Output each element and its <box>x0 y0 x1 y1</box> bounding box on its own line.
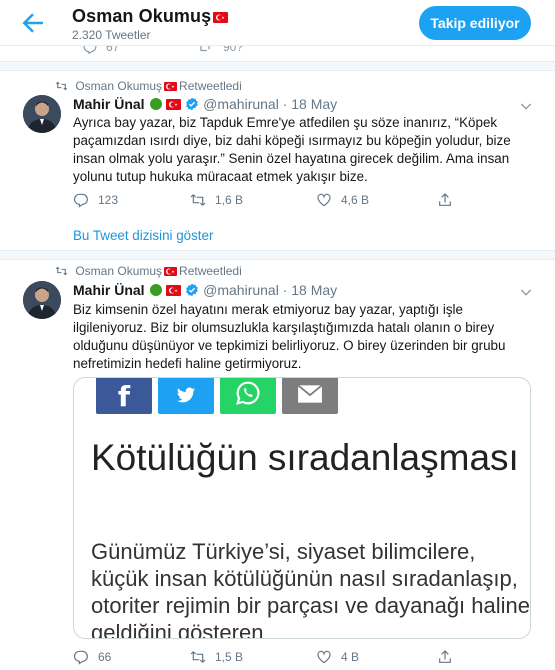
like-count: 4 B <box>341 650 360 664</box>
turkish-flag-icon <box>164 267 178 276</box>
retweet-icon[interactable] <box>198 46 212 54</box>
tweet-actions: 123 1,6 B 4,6 B <box>73 190 513 210</box>
green-circle-icon <box>150 98 163 110</box>
twitter-share-button[interactable] <box>158 378 214 414</box>
share-button[interactable] <box>437 190 462 210</box>
profile-name: Osman Okumuş <box>72 6 229 27</box>
retweeted-label: Retweetledi <box>179 79 242 93</box>
like-button[interactable]: 4,6 B <box>316 190 369 210</box>
reply-button[interactable]: 66 <box>73 647 111 667</box>
turkish-flag-icon <box>213 12 229 23</box>
reply-icon <box>73 193 88 208</box>
retweet-count: 1,6 B <box>215 193 244 207</box>
retweet-context: Osman Okumuş Retweetledi <box>55 264 242 278</box>
show-thread-link[interactable]: Bu Tweet dizisini göster <box>73 228 213 243</box>
reply-count: 66 <box>98 650 112 664</box>
back-arrow-icon[interactable] <box>18 8 48 38</box>
following-button[interactable]: Takip ediliyor <box>419 6 531 40</box>
turkish-flag-icon <box>166 285 182 296</box>
like-button[interactable]: 4 B <box>316 647 359 667</box>
author-handle[interactable]: @mahirunal <box>203 96 279 112</box>
verified-badge-icon <box>186 97 199 111</box>
previous-like-count: 67 <box>106 46 120 54</box>
share-button[interactable] <box>437 647 462 667</box>
chevron-down-icon[interactable] <box>518 98 534 114</box>
author-name[interactable]: Mahir Ünal <box>73 96 145 112</box>
share-icon <box>439 650 451 663</box>
retweeter-name[interactable]: Osman Okumuş <box>75 79 162 93</box>
retweet-count: 1,5 B <box>215 650 244 664</box>
whatsapp-icon <box>236 381 260 405</box>
reply-icon <box>73 650 88 665</box>
whatsapp-share-button[interactable] <box>220 378 276 414</box>
tweet-text: Ayrıca bay yazar, biz Tapduk Emre'ye atf… <box>73 115 511 184</box>
tweet-date[interactable]: · 18 May <box>283 282 337 298</box>
previous-retweet-count: 90? <box>223 46 244 54</box>
reply-icon[interactable] <box>83 46 97 54</box>
card-title: Kötülüğün sıradanlaşması <box>91 437 519 478</box>
like-count: 4,6 B <box>341 193 370 207</box>
author-line: Mahir Ünal @mahirunal · 18 May <box>73 282 337 298</box>
separator <box>0 61 555 71</box>
verified-badge-icon <box>186 283 199 297</box>
green-circle-icon <box>150 284 163 296</box>
email-share-button[interactable] <box>282 378 338 414</box>
heart-icon <box>317 650 331 664</box>
author-handle[interactable]: @mahirunal <box>203 282 279 298</box>
retweet-icon <box>55 81 68 91</box>
facebook-icon: f <box>117 380 131 413</box>
facebook-share-button[interactable]: f <box>96 378 152 414</box>
retweet-icon <box>190 651 206 663</box>
card-description: Günümüz Türkiye’si, siyaset bilimcilere,… <box>91 539 531 639</box>
author-line: Mahir Ünal @mahirunal · 18 May <box>73 96 337 112</box>
email-icon <box>297 384 323 403</box>
link-preview-card[interactable]: f Kötülüğün sıradanlaşması Günümüz Türki… <box>73 377 531 639</box>
retweet-button[interactable]: 1,5 B <box>190 647 243 667</box>
turkish-flag-icon <box>166 99 182 110</box>
retweet-icon <box>55 266 68 276</box>
turkish-flag-icon <box>164 82 178 91</box>
share-icon <box>439 193 451 206</box>
reply-count: 123 <box>98 193 119 207</box>
author-name[interactable]: Mahir Ünal <box>73 282 145 298</box>
profile-header: Osman Okumuş 2.320 Tweetler Takip ediliy… <box>0 0 555 46</box>
tweet[interactable]: Osman Okumuş Retweetledi Mahir Ünal @mahi… <box>0 72 555 250</box>
tweet-count: 2.320 Tweetler <box>72 28 151 42</box>
retweet-context: Osman Okumuş Retweetledi <box>55 79 242 93</box>
twitter-bird-icon <box>176 387 196 403</box>
avatar[interactable] <box>23 281 61 319</box>
tweet-text: Biz kimsenin özel hayatını merak etmiyor… <box>73 302 506 371</box>
tweet-date[interactable]: · 18 May <box>283 96 337 112</box>
separator <box>0 250 555 260</box>
retweet-icon <box>190 194 206 206</box>
tweet-actions: 66 1,5 B 4 B <box>73 647 513 667</box>
retweeter-name[interactable]: Osman Okumuş <box>75 264 162 278</box>
heart-icon <box>317 193 331 207</box>
avatar[interactable] <box>23 95 61 133</box>
chevron-down-icon[interactable] <box>518 284 534 300</box>
retweeted-label: Retweetledi <box>179 264 242 278</box>
retweet-button[interactable]: 1,6 B <box>190 190 243 210</box>
reply-button[interactable]: 123 <box>73 190 118 210</box>
